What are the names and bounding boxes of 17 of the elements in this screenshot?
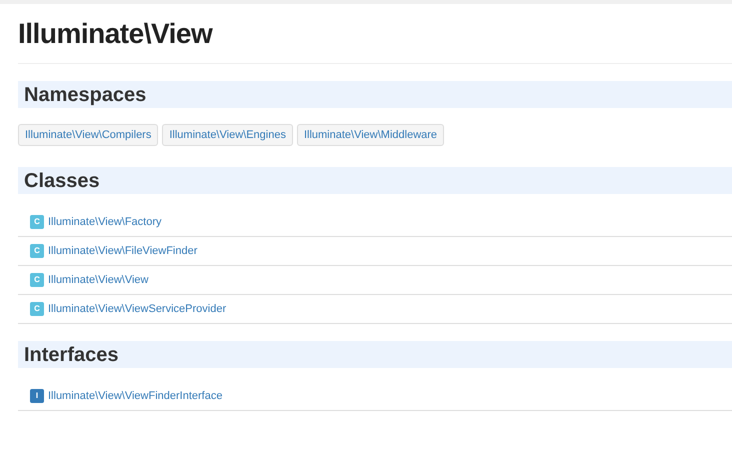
section-heading: Interfaces: [18, 341, 732, 368]
item-link[interactable]: Illuminate\View\View: [48, 272, 148, 288]
namespace-button[interactable]: Illuminate\View\Middleware: [296, 124, 444, 146]
section-heading: Namespaces: [18, 81, 732, 108]
page-title: Illuminate\View: [18, 16, 212, 50]
item-link[interactable]: Illuminate\View\FileViewFinder: [48, 242, 198, 260]
class-badge: C: [30, 244, 44, 258]
class-badge: C: [30, 215, 44, 229]
item-link[interactable]: Illuminate\View\ViewServiceProvider: [48, 300, 226, 318]
item-link[interactable]: Illuminate\View\ViewFinderInterface: [48, 388, 222, 404]
class-badge: C: [30, 302, 44, 316]
namespace-button[interactable]: Illuminate\View\Engines: [162, 124, 293, 146]
item-link[interactable]: Illuminate\View\Factory: [48, 214, 162, 230]
section-heading: Classes: [18, 167, 732, 194]
class-badge: C: [30, 273, 44, 287]
namespace-button[interactable]: Illuminate\View\Compilers: [18, 124, 158, 146]
interface-badge: I: [30, 389, 44, 403]
